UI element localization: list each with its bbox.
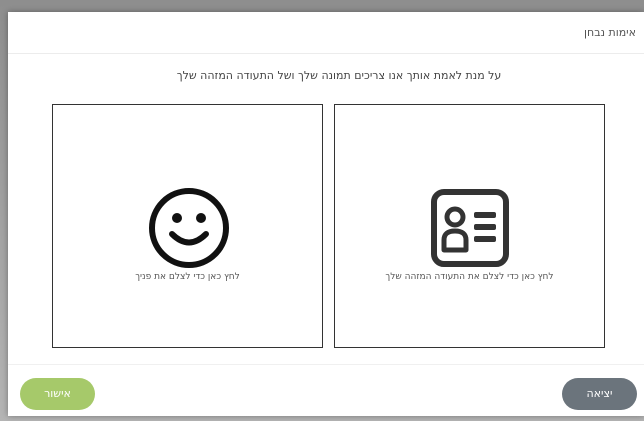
dialog-footer: אישור יציאה [8, 364, 644, 416]
smiley-face-icon [149, 188, 229, 268]
dialog-title: אימות נבחן [584, 26, 636, 39]
exit-button[interactable]: יציאה [562, 378, 637, 410]
face-card-label: לחץ כאן כדי לצלם את פניך [135, 272, 240, 282]
dialog-header: אימות נבחן [8, 12, 644, 54]
take-id-photo-card[interactable]: לחץ כאן כדי לצלם את התעודה המזהה שלך [334, 104, 605, 348]
verification-dialog: אימות נבחן על מנת לאמת אותך אנו צריכים ת… [8, 12, 644, 416]
confirm-button[interactable]: אישור [20, 378, 95, 410]
take-face-photo-card[interactable]: לחץ כאן כדי לצלם את פניך [52, 104, 323, 348]
id-card-label: לחץ כאן כדי לצלם את התעודה המזהה שלך [385, 272, 554, 282]
instruction-text: על מנת לאמת אותך אנו צריכים תמונה שלך וש… [176, 69, 502, 82]
id-card-icon [431, 189, 509, 267]
